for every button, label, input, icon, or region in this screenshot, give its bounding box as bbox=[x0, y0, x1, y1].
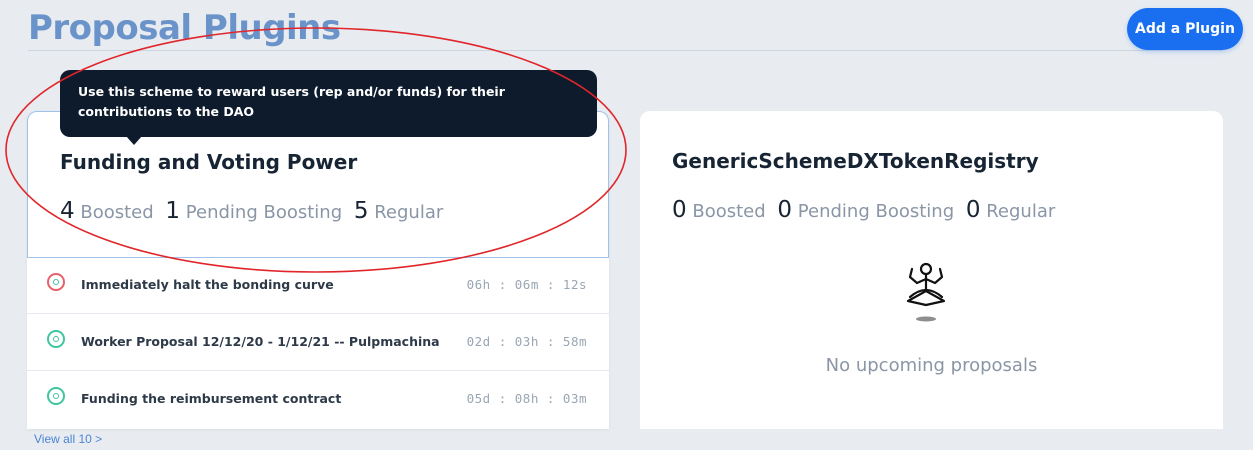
pending-count: 0 bbox=[777, 197, 793, 223]
meditating-person-icon bbox=[906, 262, 946, 322]
plugin-proposal-counts: 0 Boosted 0 Pending Boosting 0 Regular bbox=[672, 197, 1061, 223]
plugin-description-tooltip: Use this scheme to reward users (rep and… bbox=[60, 70, 597, 137]
proposal-countdown: 05d : 08h : 03m bbox=[466, 391, 587, 406]
page-title: Proposal Plugins bbox=[28, 8, 341, 48]
proposal-row[interactable]: Worker Proposal 12/12/20 - 1/12/21 -- Pu… bbox=[27, 314, 609, 371]
boosted-count: 0 bbox=[672, 197, 687, 223]
view-all-link[interactable]: View all 10 > bbox=[34, 432, 102, 446]
boosted-count: 4 bbox=[60, 198, 75, 224]
pending-count: 1 bbox=[165, 198, 181, 224]
plugin-card-dxtoken-registry[interactable]: GenericSchemeDXTokenRegistry 0 Boosted 0… bbox=[640, 111, 1223, 429]
proposal-row[interactable]: Immediately halt the bonding curve 06h :… bbox=[27, 257, 609, 314]
proposal-title[interactable]: Funding the reimbursement contract bbox=[81, 391, 341, 406]
regular-label: Regular bbox=[986, 201, 1056, 222]
boosted-label: Boosted bbox=[80, 202, 154, 223]
pending-label: Pending Boosting bbox=[797, 201, 955, 222]
add-plugin-button[interactable]: Add a Plugin bbox=[1127, 8, 1243, 50]
regular-label: Regular bbox=[374, 202, 444, 223]
thumbs-up-icon bbox=[47, 330, 65, 348]
proposal-title[interactable]: Immediately halt the bonding curve bbox=[81, 277, 334, 292]
empty-state-text: No upcoming proposals bbox=[825, 355, 1038, 376]
regular-count: 5 bbox=[353, 198, 369, 224]
plugin-title[interactable]: Funding and Voting Power bbox=[60, 150, 357, 174]
pending-label: Pending Boosting bbox=[185, 202, 343, 223]
plugin-proposal-counts: 4 Boosted 1 Pending Boosting 5 Regular bbox=[60, 198, 449, 224]
thumbs-up-alert-icon bbox=[47, 273, 65, 291]
plugin-title[interactable]: GenericSchemeDXTokenRegistry bbox=[672, 149, 1039, 173]
tooltip-arrow bbox=[126, 136, 142, 145]
plugin-card-funding[interactable]: Funding and Voting Power 4 Boosted 1 Pen… bbox=[27, 111, 609, 429]
proposal-title[interactable]: Worker Proposal 12/12/20 - 1/12/21 -- Pu… bbox=[81, 334, 440, 349]
proposal-countdown: 02d : 03h : 58m bbox=[466, 334, 587, 349]
thumbs-up-icon bbox=[47, 387, 65, 405]
proposal-row[interactable]: Funding the reimbursement contract 05d :… bbox=[27, 371, 609, 427]
proposal-list: Immediately halt the bonding curve 06h :… bbox=[27, 257, 609, 427]
proposal-countdown: 06h : 06m : 12s bbox=[466, 277, 587, 292]
regular-count: 0 bbox=[965, 197, 981, 223]
title-divider bbox=[28, 50, 1223, 51]
boosted-label: Boosted bbox=[692, 201, 766, 222]
